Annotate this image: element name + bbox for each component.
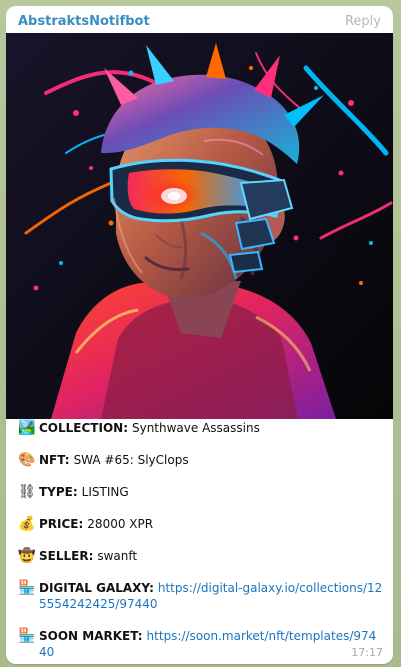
price-label: PRICE:	[39, 517, 84, 531]
message-header: AbstraktsNotifbot Reply	[18, 13, 381, 31]
nft-label: NFT:	[39, 453, 70, 467]
nft-artwork	[6, 33, 393, 419]
collection-value: Synthwave Assassins	[131, 421, 260, 435]
landscape-icon: 🏞️	[18, 420, 36, 436]
message-bubble: AbstraktsNotifbot Reply 🏞️ COLLECTION: S…	[6, 6, 393, 664]
nft-line: 🎨 NFT: SWA #65: SlyClops	[18, 452, 383, 468]
shop-icon: 🏪	[18, 580, 36, 596]
type-value: LISTING	[81, 485, 129, 499]
nft-image[interactable]	[6, 33, 393, 419]
cowboy-face-icon: 🤠	[18, 548, 36, 564]
collection-line: 🏞️ COLLECTION: Synthwave Assassins	[18, 420, 383, 436]
seller-line: 🤠 SELLER: swanft	[18, 548, 383, 564]
type-line: ⛓ TYPE: LISTING	[18, 484, 383, 500]
message-time: 17:17	[351, 646, 383, 659]
soon-market-line: 🏪 SOON MARKET: https://soon.market/nft/t…	[18, 628, 383, 660]
price-value: 28000 XPR	[87, 517, 154, 531]
shop-icon: 🏪	[18, 628, 36, 644]
collection-label: COLLECTION:	[39, 421, 128, 435]
price-line: 💰 PRICE: 28000 XPR	[18, 516, 383, 532]
soon-market-label: SOON MARKET:	[39, 629, 143, 643]
nft-value: SWA #65: SlyClops	[73, 453, 189, 467]
seller-label: SELLER:	[39, 549, 94, 563]
sender-name[interactable]: AbstraktsNotifbot	[18, 13, 150, 31]
type-label: TYPE:	[39, 485, 78, 499]
digital-galaxy-label: DIGITAL GALAXY:	[39, 581, 154, 595]
money-bag-icon: 💰	[18, 516, 36, 532]
reply-button[interactable]: Reply	[345, 13, 381, 31]
seller-value: swanft	[97, 549, 138, 563]
message-text: 🏞️ COLLECTION: Synthwave Assassins 🎨 NFT…	[18, 420, 383, 660]
palette-icon: 🎨	[18, 452, 36, 468]
digital-galaxy-line: 🏪 DIGITAL GALAXY: https://digital-galaxy…	[18, 580, 383, 612]
chains-icon: ⛓	[18, 484, 36, 500]
